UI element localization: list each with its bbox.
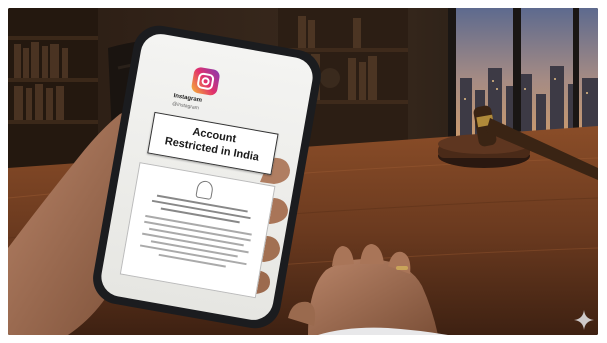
instagram-icon: [190, 66, 221, 97]
notice-body-text: [138, 193, 255, 275]
government-notice-card: [119, 162, 276, 299]
city-window: [448, 8, 598, 138]
restriction-notice: Account Restricted in India: [147, 111, 279, 176]
sparkle-icon: [574, 310, 594, 330]
indian-emblem-icon: [195, 179, 215, 201]
photo-scene: Instagram @instagram Account Restricted …: [8, 8, 598, 335]
scene-illustration: [8, 8, 598, 335]
